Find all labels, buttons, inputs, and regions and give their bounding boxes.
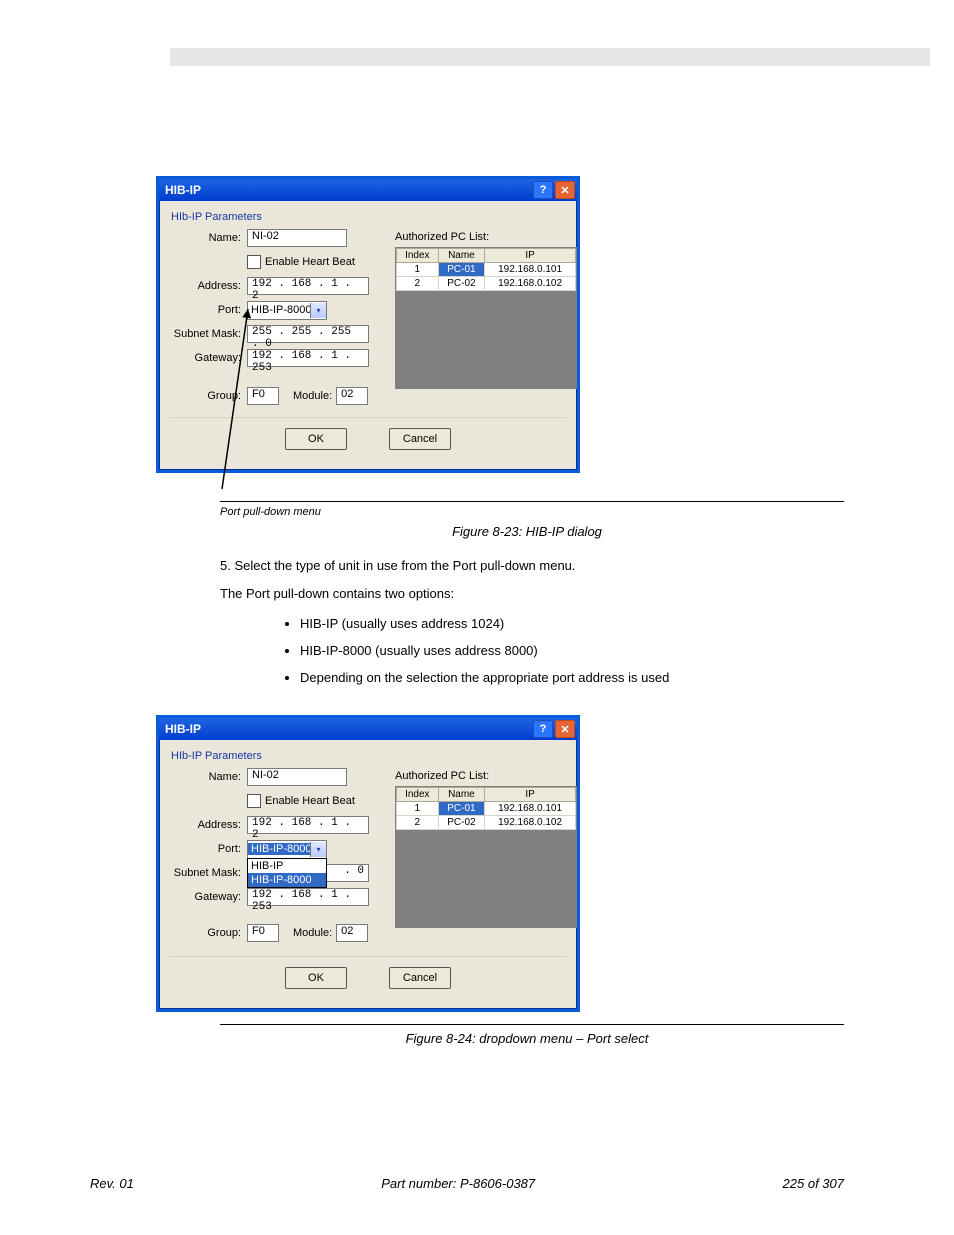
ok-button[interactable]: OK bbox=[285, 967, 347, 989]
list-item: HIB-IP-8000 (usually uses address 8000) bbox=[300, 643, 834, 658]
th-name[interactable]: Name bbox=[438, 788, 485, 802]
th-ip[interactable]: IP bbox=[485, 249, 576, 263]
address-field[interactable]: 192 . 168 . 1 . 2 bbox=[247, 277, 369, 295]
help-button[interactable]: ? bbox=[533, 181, 553, 199]
body-text: The Port pull-down contains two options: bbox=[220, 585, 834, 603]
figure-caption-1: Figure 8-23: HIB-IP dialog bbox=[100, 524, 954, 539]
chevron-down-icon[interactable]: ▾ bbox=[310, 842, 326, 857]
hibip-dialog-2: HIB-IP ? ✕ HIb-IP Parameters Name: NI-02 bbox=[156, 715, 580, 1012]
cancel-button[interactable]: Cancel bbox=[389, 428, 451, 450]
table-row: 1 PC-01 192.168.0.101 bbox=[397, 802, 576, 816]
list-item: HIB-IP (usually uses address 1024) bbox=[300, 616, 834, 631]
group-label: Group: bbox=[169, 927, 247, 939]
table-row: 2 PC-02 192.168.0.102 bbox=[397, 816, 576, 830]
step-text: 5. Select the type of unit in use from t… bbox=[220, 557, 834, 575]
address-label: Address: bbox=[169, 819, 247, 831]
pclist-label: Authorized PC List: bbox=[395, 231, 575, 243]
port-label: Port: bbox=[169, 843, 247, 855]
module-label: Module: bbox=[293, 927, 332, 939]
table-row: 1 PC-01 192.168.0.101 bbox=[397, 263, 576, 277]
pc-table[interactable]: Index Name IP 1 PC-01 192.168.0.101 bbox=[395, 786, 577, 928]
figure-caption-2: Figure 8-24: dropdown menu – Port select bbox=[100, 1031, 954, 1046]
pclist-label: Authorized PC List: bbox=[395, 770, 575, 782]
port-value: HIB-IP-8000 bbox=[248, 304, 310, 316]
heartbeat-checkbox[interactable] bbox=[247, 255, 261, 269]
close-button[interactable]: ✕ bbox=[555, 720, 575, 738]
module-field[interactable]: 02 bbox=[336, 387, 368, 405]
th-index[interactable]: Index bbox=[397, 249, 439, 263]
port-dropdown[interactable]: HIB-IP-8000 ▾ bbox=[247, 301, 327, 320]
address-label: Address: bbox=[169, 280, 247, 292]
chevron-down-icon[interactable]: ▾ bbox=[310, 303, 326, 318]
module-label: Module: bbox=[293, 390, 332, 402]
port-value: HIB-IP-8000 bbox=[248, 843, 310, 855]
footer-part: Part number: P-8606-0387 bbox=[381, 1176, 535, 1191]
name-field[interactable]: NI-02 bbox=[247, 229, 347, 247]
name-field[interactable]: NI-02 bbox=[247, 768, 347, 786]
name-label: Name: bbox=[169, 771, 247, 783]
help-button[interactable]: ? bbox=[533, 720, 553, 738]
th-index[interactable]: Index bbox=[397, 788, 439, 802]
table-row: 2 PC-02 192.168.0.102 bbox=[397, 277, 576, 291]
port-option[interactable]: HIB-IP bbox=[248, 859, 326, 873]
footer-page: 225 of 307 bbox=[783, 1176, 844, 1191]
th-ip[interactable]: IP bbox=[485, 788, 576, 802]
window-title: HIB-IP bbox=[165, 183, 201, 197]
group-legend: HIb-IP Parameters bbox=[171, 750, 567, 762]
close-button[interactable]: ✕ bbox=[555, 181, 575, 199]
window-title: HIB-IP bbox=[165, 722, 201, 736]
gateway-field[interactable]: 192 . 168 . 1 . 253 bbox=[247, 349, 369, 367]
arrow-label: Port pull-down menu bbox=[220, 506, 954, 518]
subnet-label: Subnet Mask: bbox=[169, 867, 247, 879]
heartbeat-checkbox[interactable] bbox=[247, 794, 261, 808]
titlebar: HIB-IP ? ✕ bbox=[159, 179, 577, 201]
gateway-field[interactable]: 192 . 168 . 1 . 253 bbox=[247, 888, 369, 906]
name-label: Name: bbox=[169, 232, 247, 244]
bullet-list: HIB-IP (usually uses address 1024) HIB-I… bbox=[260, 616, 834, 685]
address-field[interactable]: 192 . 168 . 1 . 2 bbox=[247, 816, 369, 834]
heartbeat-label: Enable Heart Beat bbox=[265, 795, 355, 807]
group-legend: HIb-IP Parameters bbox=[171, 211, 567, 223]
port-option[interactable]: HIB-IP-8000 bbox=[248, 873, 326, 887]
ok-button[interactable]: OK bbox=[285, 428, 347, 450]
gateway-label: Gateway: bbox=[169, 891, 247, 903]
heartbeat-label: Enable Heart Beat bbox=[265, 256, 355, 268]
footer-rev: Rev. 01 bbox=[90, 1176, 134, 1191]
titlebar: HIB-IP ? ✕ bbox=[159, 718, 577, 740]
page-header-bar bbox=[170, 48, 930, 66]
cancel-button[interactable]: Cancel bbox=[389, 967, 451, 989]
pc-table[interactable]: Index Name IP 1 PC-01 192.168.0.101 bbox=[395, 247, 577, 389]
port-dropdown[interactable]: HIB-IP-8000 ▾ HIB-IP HIB-IP-8000 bbox=[247, 840, 327, 859]
annotation-arrow bbox=[216, 304, 256, 494]
page-footer: Rev. 01 Part number: P-8606-0387 225 of … bbox=[90, 1176, 844, 1191]
module-field[interactable]: 02 bbox=[336, 924, 368, 942]
list-item: Depending on the selection the appropria… bbox=[300, 670, 834, 685]
group-field[interactable]: F0 bbox=[247, 924, 279, 942]
subnet-field[interactable]: 255 . 255 . 255 . 0 bbox=[247, 325, 369, 343]
port-dropdown-list: HIB-IP HIB-IP-8000 bbox=[247, 858, 327, 888]
th-name[interactable]: Name bbox=[438, 249, 485, 263]
